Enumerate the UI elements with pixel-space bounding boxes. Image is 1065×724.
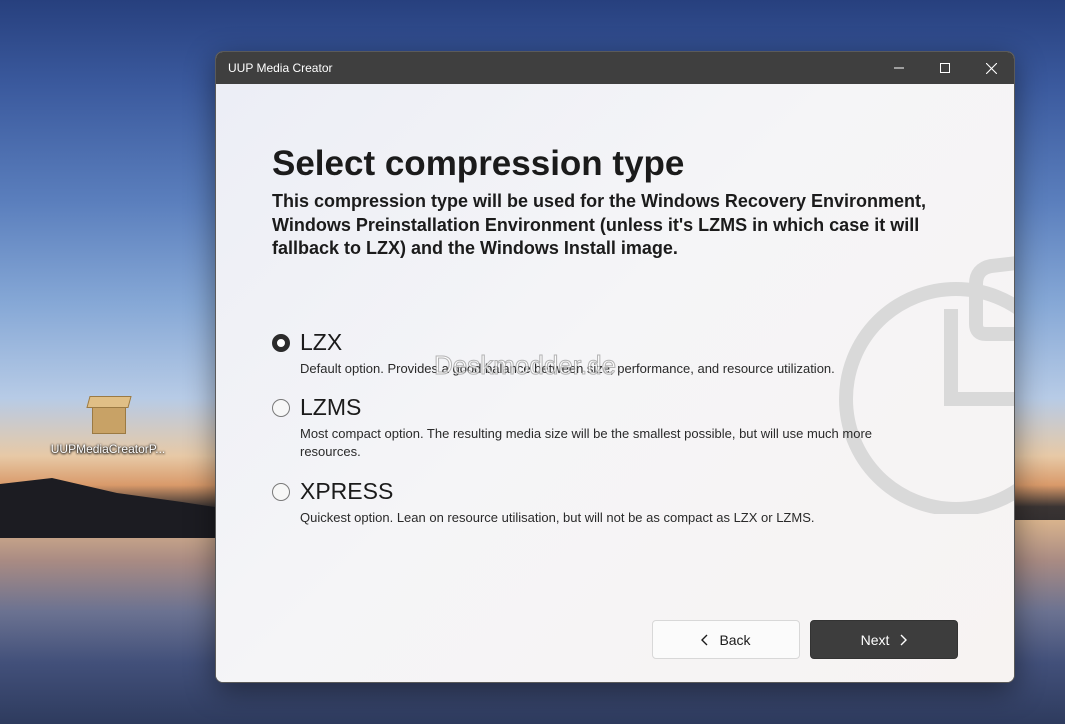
option-label: LZX (300, 329, 343, 355)
window-title: UUP Media Creator (228, 61, 333, 75)
minimize-icon (894, 67, 904, 69)
option-xpress[interactable]: XPRESS Quickest option. Lean on resource… (272, 478, 932, 527)
option-description: Default option. Provides a good balance … (300, 361, 835, 376)
radio-xpress[interactable] (272, 482, 290, 501)
chevron-left-icon (701, 634, 708, 645)
app-window: UUP Media Creator Select compression typ… (215, 51, 1015, 683)
compression-pie-icon (839, 256, 1014, 514)
maximize-icon (940, 63, 950, 73)
back-button-label: Back (719, 631, 751, 648)
back-button[interactable]: Back (652, 620, 800, 659)
next-button-label: Next (860, 631, 890, 648)
option-description: Most compact option. The resulting media… (300, 426, 873, 459)
package-icon (86, 392, 132, 436)
option-lzms[interactable]: LZMS Most compact option. The resulting … (272, 394, 932, 461)
option-description: Quickest option. Lean on resource utilis… (300, 510, 815, 525)
option-label: XPRESS (300, 478, 394, 504)
radio-lzx[interactable] (272, 333, 290, 352)
desktop-icon-label: UUPMediaCreatorP... (50, 442, 166, 456)
page-title: Select compression type (272, 144, 685, 183)
title-bar[interactable]: UUP Media Creator (216, 52, 1014, 84)
wizard-page: Select compression type This compression… (216, 84, 1014, 682)
page-subtitle: This compression type will be used for t… (272, 191, 926, 258)
next-button[interactable]: Next (810, 620, 958, 659)
close-button[interactable] (968, 52, 1014, 84)
minimize-button[interactable] (876, 52, 922, 84)
option-lzx[interactable]: LZX Default option. Provides a good bala… (272, 329, 932, 378)
desktop-icon-uup-media-creator[interactable]: UUPMediaCreatorP... (48, 392, 168, 456)
radio-lzms[interactable] (272, 398, 290, 417)
close-icon (985, 62, 997, 74)
maximize-button[interactable] (922, 52, 968, 84)
option-label: LZMS (300, 394, 362, 420)
chevron-right-icon (900, 634, 908, 645)
